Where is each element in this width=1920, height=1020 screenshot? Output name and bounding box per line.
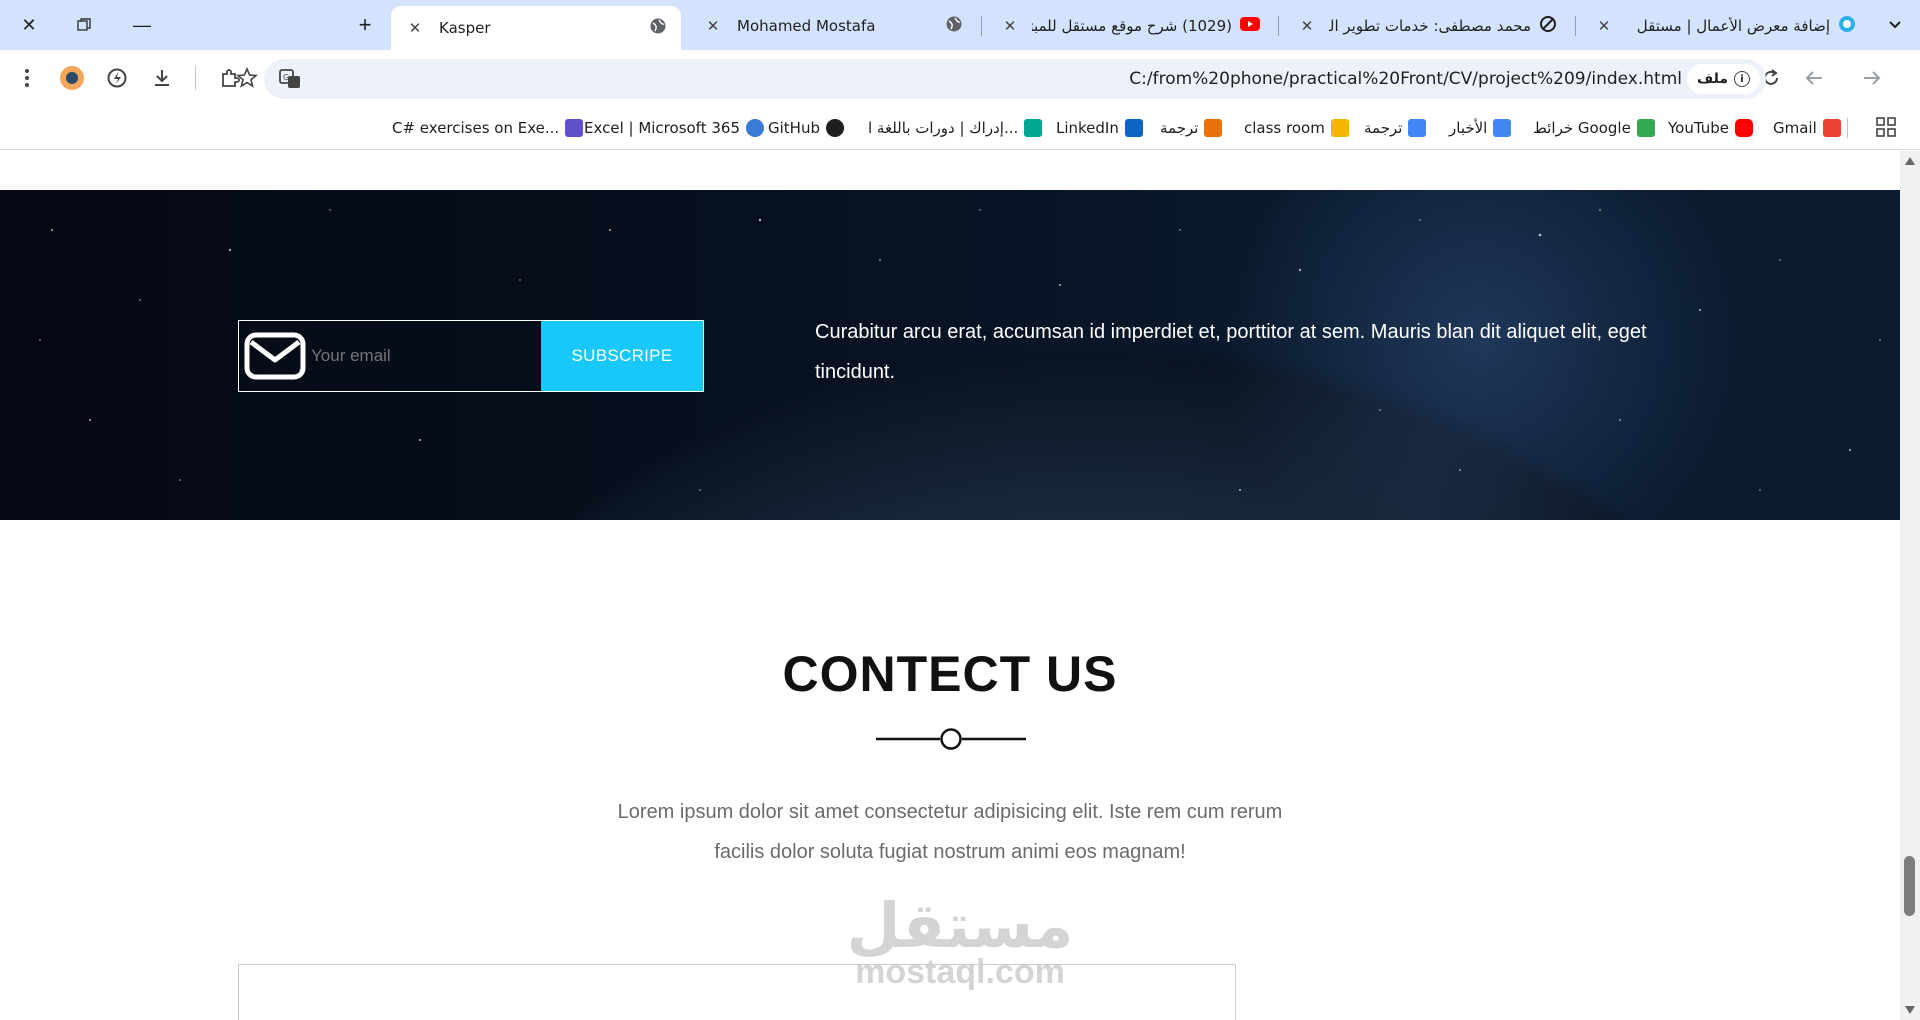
tab-strip: ✕ — + ✕ Kasper ✕ Mohamed Mostafa ✕ (1029…: [0, 0, 1920, 50]
bookmark-label: إدراك | دورات باللغة ا...: [868, 119, 1019, 137]
bookmarks-divider: [1847, 118, 1848, 138]
menu-dots-icon[interactable]: [11, 62, 43, 94]
bookmark-news[interactable]: الأخبار: [1449, 116, 1512, 140]
loading-icon: [1539, 15, 1557, 37]
bookmark-github[interactable]: GitHub: [768, 116, 844, 140]
subscribe-section: SUBSCRIPE Curabitur arcu erat, accumsan …: [0, 190, 1900, 520]
restore-window-icon[interactable]: [69, 10, 99, 40]
bookmarks-bar: Gmail YouTube خرائط Google الأخبار ترجمة…: [0, 106, 1920, 150]
tab-separator: [981, 16, 982, 36]
forward-icon[interactable]: [1856, 62, 1888, 94]
tab-separator: [1278, 16, 1279, 36]
bookmark-label: ترجمة: [1364, 119, 1403, 137]
tab-mohamed-mostafa[interactable]: ✕ Mohamed Mostafa: [693, 6, 973, 46]
scroll-up-icon[interactable]: [1905, 157, 1915, 165]
news-icon: [1493, 119, 1512, 137]
bookmark-label: خرائط Google: [1533, 119, 1631, 137]
tab-close-icon[interactable]: ✕: [1594, 17, 1614, 35]
page-scrollbar[interactable]: [1900, 151, 1920, 1020]
url-text: C:/from%20phone/practical%20Front/CV/pro…: [1129, 69, 1682, 89]
bookmark-maps[interactable]: خرائط Google: [1533, 116, 1655, 140]
profile-avatar-icon[interactable]: [56, 62, 88, 94]
contact-form-field[interactable]: [238, 964, 1236, 1020]
bookmark-gmail[interactable]: Gmail: [1773, 116, 1841, 140]
mostaql-icon: [1838, 15, 1856, 37]
translate2-icon: [1204, 119, 1223, 137]
globe-icon: [649, 17, 667, 39]
tab-close-icon[interactable]: ✕: [1297, 17, 1317, 35]
contact-description: Lorem ipsum dolor sit amet consectetur a…: [617, 801, 1283, 863]
translate-page-icon[interactable]: G: [278, 67, 302, 96]
site-info-label: ملف: [1696, 71, 1728, 87]
tab-title: (1029) شرح موقع مستقل للمبتدئ: [1032, 17, 1232, 35]
tab-separator: [1575, 16, 1576, 36]
tab-close-icon[interactable]: ✕: [405, 19, 425, 37]
back-icon[interactable]: [1798, 62, 1830, 94]
classroom-icon: [1330, 119, 1349, 137]
bookmark-excel[interactable]: Excel | Microsoft 365: [584, 116, 764, 140]
bookmark-translate-2[interactable]: ترجمة: [1160, 116, 1223, 140]
tab-close-icon[interactable]: ✕: [703, 17, 723, 35]
toolbar-divider: [195, 66, 196, 90]
bookmark-label: Gmail: [1773, 119, 1817, 137]
m365-icon: [745, 119, 764, 137]
bookmark-exercism[interactable]: C# exercises on Exe...: [392, 116, 584, 140]
performance-icon[interactable]: [101, 62, 133, 94]
linkedin-icon: [1124, 119, 1143, 137]
watermark-arabic: مستقل: [846, 889, 1074, 962]
tab-mostaql-portfolio[interactable]: ✕ إضافة معرض الأعمال | مستقل: [1584, 6, 1866, 46]
translate-icon: [1408, 119, 1427, 137]
tab-close-icon[interactable]: ✕: [1000, 17, 1020, 35]
gmail-icon: [1822, 119, 1841, 137]
bookmark-label: Excel | Microsoft 365: [584, 119, 740, 137]
address-bar[interactable]: G C:/from%20phone/practical%20Front/CV/p…: [236, 59, 1766, 99]
bookmark-classroom[interactable]: class room: [1244, 116, 1349, 140]
bookmark-label: LinkedIn: [1056, 119, 1119, 137]
bookmark-label: GitHub: [768, 119, 820, 137]
bookmark-star-icon[interactable]: [236, 66, 258, 94]
tab-title: إضافة معرض الأعمال | مستقل: [1636, 17, 1830, 35]
new-tab-icon[interactable]: +: [350, 10, 380, 40]
subscribe-form: SUBSCRIPE: [238, 320, 704, 392]
tab-title: Mohamed Mostafa: [737, 17, 876, 35]
tab-youtube-mostaql[interactable]: ✕ (1029) شرح موقع مستقل للمبتدئ: [990, 6, 1270, 46]
maps-icon: [1636, 119, 1655, 137]
globe-icon: [945, 15, 963, 37]
info-icon: i: [1734, 71, 1750, 87]
tab-mohamed-services[interactable]: ✕ محمد مصطفى: خدمات تطوير الو: [1287, 6, 1567, 46]
email-input[interactable]: [311, 321, 541, 391]
subscribe-description: Curabitur arcu erat, accumsan id imperdi…: [815, 321, 1647, 383]
title-divider: [876, 728, 1026, 750]
minimize-window-icon[interactable]: —: [127, 10, 157, 40]
youtube-icon: [1735, 119, 1753, 137]
tab-search-icon[interactable]: [1880, 10, 1910, 40]
scroll-down-icon[interactable]: [1905, 1006, 1915, 1014]
svg-text:G: G: [283, 73, 289, 82]
youtube-icon: [1240, 17, 1260, 35]
edraak-icon: [1024, 119, 1043, 137]
close-window-icon[interactable]: ✕: [14, 10, 44, 40]
subscribe-button[interactable]: SUBSCRIPE: [541, 321, 703, 391]
scroll-thumb[interactable]: [1904, 856, 1915, 916]
exercism-icon: [565, 119, 584, 137]
envelope-icon: [239, 321, 311, 391]
apps-grid-icon[interactable]: [1876, 117, 1896, 142]
bookmark-edraak[interactable]: إدراك | دورات باللغة ا...: [868, 116, 1043, 140]
tab-title: Kasper: [439, 19, 491, 37]
page-viewport: SUBSCRIPE Curabitur arcu erat, accumsan …: [0, 151, 1900, 1020]
bookmark-translate[interactable]: ترجمة: [1364, 116, 1427, 140]
tab-title: محمد مصطفى: خدمات تطوير الو: [1329, 17, 1531, 35]
github-icon: [825, 119, 844, 137]
bookmark-youtube[interactable]: YouTube: [1668, 116, 1753, 140]
bookmark-label: class room: [1244, 119, 1325, 137]
bookmark-linkedin[interactable]: LinkedIn: [1056, 116, 1143, 140]
bookmark-label: الأخبار: [1449, 119, 1488, 137]
contact-title: CONTECT US: [782, 646, 1118, 702]
download-icon[interactable]: [146, 62, 178, 94]
bookmark-label: YouTube: [1668, 119, 1729, 137]
tab-kasper[interactable]: ✕ Kasper: [391, 6, 681, 50]
bookmark-label: C# exercises on Exe...: [392, 119, 560, 137]
site-info-chip[interactable]: ملف i: [1686, 64, 1760, 94]
bookmark-label: ترجمة: [1160, 119, 1199, 137]
